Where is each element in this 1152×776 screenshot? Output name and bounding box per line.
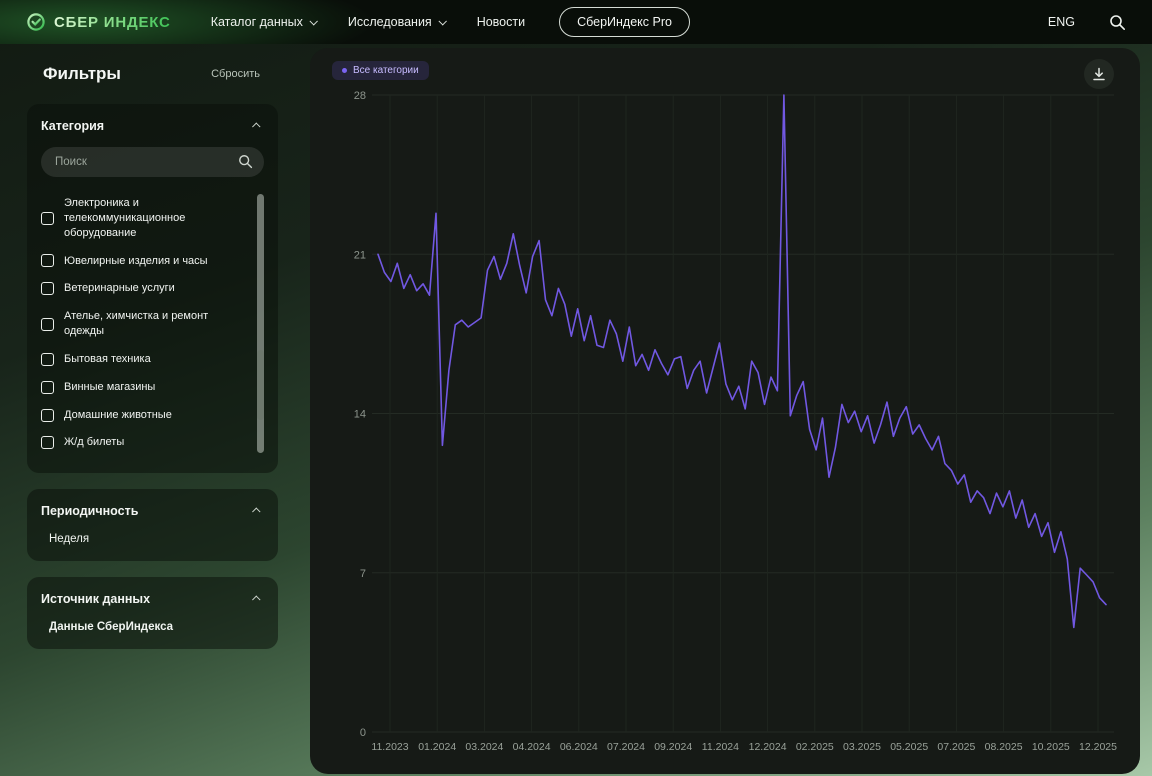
category-search-input[interactable]: [41, 147, 264, 177]
svg-text:11.2024: 11.2024: [702, 741, 739, 753]
svg-text:14: 14: [354, 409, 366, 421]
svg-text:28: 28: [354, 90, 366, 102]
checkbox[interactable]: [41, 212, 54, 225]
nav-item-label: Новости: [477, 15, 525, 29]
category-item-label: Ателье, химчистка и ремонт одежды: [64, 309, 247, 339]
nav-item-1[interactable]: Исследования: [348, 15, 445, 29]
svg-text:05.2025: 05.2025: [890, 741, 928, 753]
category-item-label: Домашние животные: [64, 408, 172, 423]
svg-text:07.2025: 07.2025: [937, 741, 975, 753]
logo-text: СБЕР ИНДЕКС: [54, 14, 171, 31]
download-icon: [1092, 67, 1106, 81]
data-source-value[interactable]: Данные СберИндекса: [41, 621, 264, 633]
category-item[interactable]: Ветеринарные услуги: [41, 275, 247, 303]
reset-filters-link[interactable]: Сбросить: [211, 68, 260, 80]
svg-text:09.2024: 09.2024: [654, 741, 692, 753]
svg-text:08.2025: 08.2025: [985, 741, 1023, 753]
periodicity-title: Периодичность: [41, 504, 138, 518]
data-source-filter-card: Источник данных Данные СберИндекса: [27, 577, 278, 649]
category-list: Электроника и телекоммуникационное обору…: [41, 190, 264, 457]
legend-label: Все категории: [353, 65, 419, 76]
category-item[interactable]: Винные магазины: [41, 374, 247, 402]
category-item[interactable]: Электроника и телекоммуникационное обору…: [41, 190, 247, 248]
svg-text:07.2024: 07.2024: [607, 741, 645, 753]
periodicity-card-header[interactable]: Периодичность: [41, 504, 264, 518]
language-toggle[interactable]: ENG: [1048, 15, 1075, 29]
category-item[interactable]: Ателье, химчистка и ремонт одежды: [41, 303, 247, 346]
svg-text:03.2025: 03.2025: [843, 741, 881, 753]
periodicity-filter-card: Периодичность Неделя: [27, 489, 278, 561]
header-nav: Каталог данных Исследования Новости: [211, 15, 525, 29]
checkbox[interactable]: [41, 409, 54, 422]
line-chart: 0 7 14 21 28 11.2023 01.2024 03.2024 04.2024 06.2…: [310, 48, 1140, 774]
checkbox[interactable]: [41, 353, 54, 366]
category-item[interactable]: Бытовая техника: [41, 346, 247, 374]
svg-text:01.2024: 01.2024: [418, 741, 456, 753]
checkbox[interactable]: [41, 436, 54, 449]
chevron-up-icon: [252, 508, 260, 516]
category-filter-card: Категория Электроника и телекоммуникацио…: [27, 104, 278, 473]
filters-title: Фильтры: [43, 64, 121, 84]
data-source-card-header[interactable]: Источник данных: [41, 592, 264, 606]
category-item-label: Бытовая техника: [64, 352, 151, 367]
scrollbar-thumb[interactable]: [257, 350, 264, 420]
svg-text:0: 0: [360, 727, 366, 739]
periodicity-value[interactable]: Неделя: [41, 533, 264, 545]
chevron-up-icon: [252, 122, 260, 130]
chevron-up-icon: [252, 596, 260, 604]
svg-text:06.2024: 06.2024: [560, 741, 598, 753]
sberindex-logo[interactable]: СБЕР ИНДЕКС: [26, 12, 171, 32]
category-item-label: Винные магазины: [64, 380, 155, 395]
svg-text:12.2025: 12.2025: [1079, 741, 1117, 753]
svg-text:10.2025: 10.2025: [1032, 741, 1070, 753]
nav-item-2[interactable]: Новости: [477, 15, 525, 29]
category-item[interactable]: Ювелирные изделия и часы: [41, 248, 247, 276]
category-item-label: Ювелирные изделия и часы: [64, 254, 208, 269]
svg-text:11.2023: 11.2023: [371, 741, 408, 753]
category-card-header[interactable]: Категория: [41, 119, 264, 133]
scrollbar[interactable]: [257, 194, 264, 453]
sber-ring-check-icon: [26, 12, 46, 32]
category-item-label: Электроника и телекоммуникационное обору…: [64, 196, 247, 241]
category-item-label: Ж/д билеты: [64, 435, 124, 450]
nav-item-label: Исследования: [348, 15, 432, 29]
filters-sidebar: Фильтры Сбросить Категория Электроника и…: [27, 64, 278, 665]
checkbox[interactable]: [41, 254, 54, 267]
category-title: Категория: [41, 119, 104, 133]
nav-item-label: Каталог данных: [211, 15, 303, 29]
category-item-label: Ветеринарные услуги: [64, 281, 175, 296]
top-navbar: СБЕР ИНДЕКС Каталог данных Исследования Но…: [0, 0, 1152, 44]
svg-text:02.2025: 02.2025: [796, 741, 834, 753]
svg-text:7: 7: [360, 568, 366, 580]
nav-item-0[interactable]: Каталог данных: [211, 15, 316, 29]
checkbox[interactable]: [41, 381, 54, 394]
search-icon[interactable]: [1109, 14, 1126, 31]
search-icon: [238, 154, 253, 174]
svg-text:04.2024: 04.2024: [513, 741, 551, 753]
svg-text:12.2024: 12.2024: [749, 741, 787, 753]
chart-panel: Все категории 0 7 14 21 28 11.2023 01.2024 03.2…: [310, 48, 1140, 774]
checkbox[interactable]: [41, 282, 54, 295]
download-button[interactable]: [1084, 59, 1114, 89]
category-item[interactable]: Домашние животные: [41, 402, 247, 430]
chevron-down-icon: [309, 17, 317, 25]
checkbox[interactable]: [41, 318, 54, 331]
series-dot-icon: [342, 68, 347, 73]
sberindex-pro-button[interactable]: СберИндекс Pro: [559, 7, 690, 37]
data-source-title: Источник данных: [41, 592, 150, 606]
chevron-down-icon: [438, 17, 446, 25]
legend-chip-all-categories[interactable]: Все категории: [332, 61, 429, 80]
svg-text:21: 21: [354, 249, 366, 261]
header-right: ENG: [1048, 14, 1126, 31]
category-item[interactable]: Ж/д билеты: [41, 429, 247, 457]
svg-text:03.2024: 03.2024: [465, 741, 503, 753]
